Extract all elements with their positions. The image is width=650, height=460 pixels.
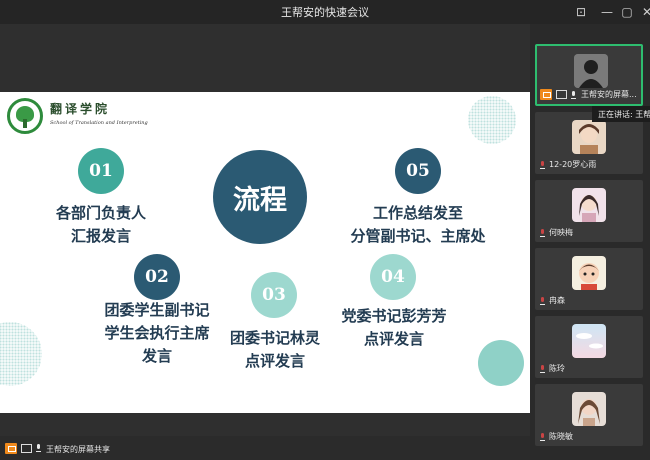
- window-title: 王帮安的快速会议: [281, 6, 369, 19]
- process-title-circle: 流程: [213, 150, 307, 244]
- decorative-circle: [478, 340, 524, 386]
- step-number: 04: [370, 254, 416, 300]
- step-caption: 团委学生副书记 学生会执行主席 发言: [104, 301, 210, 365]
- participant-name: 12-20罗心雨: [549, 160, 597, 169]
- participant-name: 何映梅: [549, 228, 573, 237]
- decorative-dots: [0, 322, 42, 386]
- mic-muted-icon: [539, 433, 546, 441]
- step-number: 03: [251, 272, 297, 318]
- monitor-icon: [21, 444, 32, 453]
- avatar: [572, 188, 606, 222]
- step-caption: 团委书记林灵 点评发言: [229, 329, 320, 370]
- step-number: 02: [134, 254, 180, 300]
- share-status-bar: 王帮安的屏幕共享: [0, 436, 530, 460]
- decorative-dots: [468, 96, 516, 144]
- avatar: [574, 54, 608, 88]
- screen-share-icon: [540, 89, 552, 100]
- monitor-icon: [556, 90, 567, 99]
- step-caption: 工作总结发至 分管副书记、主席处: [350, 204, 486, 245]
- participant-panel: 王帮安的屏幕... 12-20罗心雨 何映梅 冉森 陈玲 陈晓敏: [530, 24, 650, 460]
- speaking-tooltip: 正在讲话: 王帮: [592, 106, 650, 122]
- avatar: [572, 392, 606, 426]
- participant-name: 陈晓敏: [549, 432, 573, 441]
- microphone-icon: [570, 91, 577, 99]
- sharer-label: 王帮安的屏幕共享: [46, 445, 110, 454]
- participant-tile[interactable]: 冉森: [535, 248, 643, 310]
- participant-name: 冉森: [549, 296, 565, 305]
- avatar: [572, 324, 606, 358]
- mic-muted-icon: [539, 161, 546, 169]
- school-name-cn: 翻译学院: [50, 102, 111, 116]
- avatar: [572, 256, 606, 290]
- meeting-window: 王帮安的快速会议 ⊡ — ▢ ✕ 翻译学院 School of Translat…: [0, 0, 650, 460]
- step-number: 05: [395, 148, 441, 194]
- participant-tile-sharer[interactable]: 王帮安的屏幕...: [535, 44, 643, 106]
- presentation-slide: 翻译学院 School of Translation and Interpret…: [0, 92, 530, 413]
- step-caption: 党委书记彭芳芳 点评发言: [341, 307, 447, 348]
- mic-muted-icon: [539, 229, 546, 237]
- mic-muted-icon: [539, 297, 546, 305]
- step-number: 01: [78, 148, 124, 194]
- participant-tile[interactable]: 陈玲: [535, 316, 643, 378]
- school-name-en: School of Translation and Interpreting: [50, 120, 148, 126]
- avatar: [572, 120, 606, 154]
- participant-name: 王帮安的屏幕...: [581, 90, 637, 99]
- mic-muted-icon: [539, 365, 546, 373]
- step-caption: 各部门负责人 汇报发言: [55, 204, 146, 245]
- microphone-icon: [35, 444, 42, 452]
- close-button[interactable]: ✕: [632, 0, 650, 24]
- screen-share-icon: [5, 443, 17, 454]
- participant-name: 陈玲: [549, 364, 565, 373]
- participant-tile[interactable]: 陈晓敏: [535, 384, 643, 446]
- shared-screen-area[interactable]: 翻译学院 School of Translation and Interpret…: [0, 24, 530, 436]
- school-logo: [7, 98, 43, 134]
- title-bar: 王帮安的快速会议 ⊡ — ▢ ✕: [0, 0, 650, 24]
- participant-tile[interactable]: 何映梅: [535, 180, 643, 242]
